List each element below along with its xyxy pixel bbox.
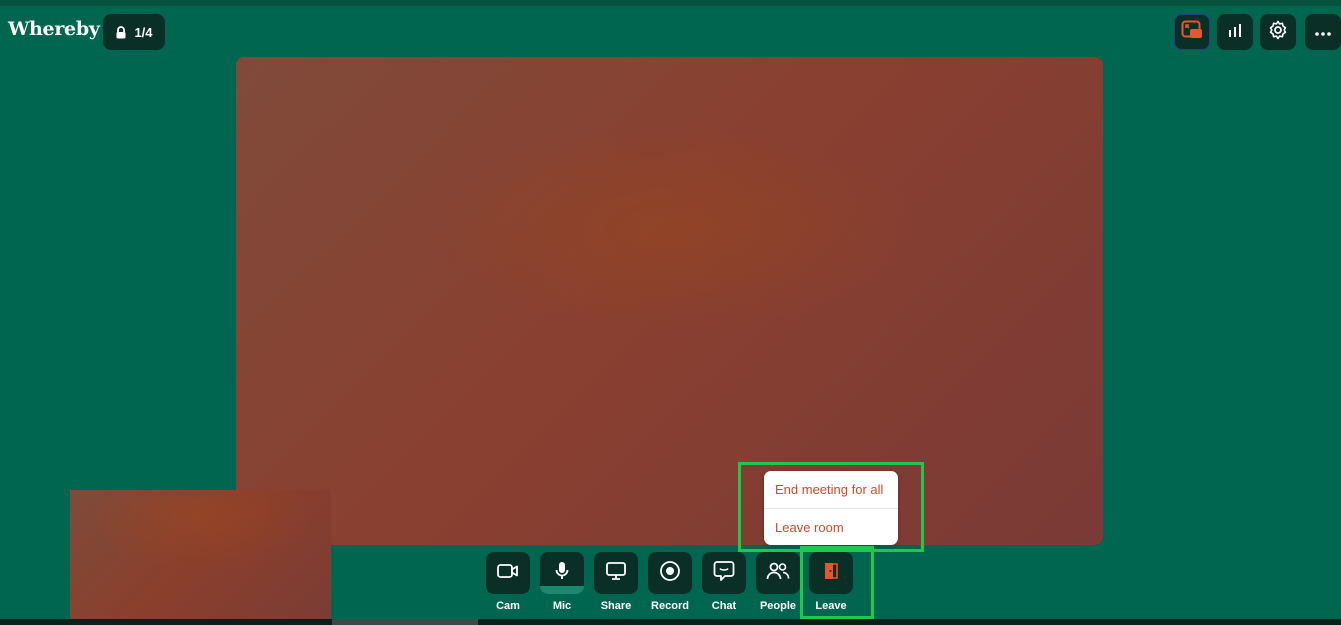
cam-label: Cam: [496, 600, 520, 612]
more-button[interactable]: [1305, 14, 1341, 50]
mic-label: Mic: [552, 600, 572, 612]
end-meeting-for-all-item[interactable]: End meeting for all: [764, 471, 898, 508]
self-view-video[interactable]: [70, 490, 331, 621]
door-exit-icon: [822, 561, 840, 586]
share-button[interactable]: [594, 552, 638, 594]
participant-count: 1/4: [134, 24, 153, 40]
picture-in-picture-icon: [1181, 20, 1203, 45]
bottom-edge-bar: [0, 619, 1341, 625]
record-icon: [659, 560, 681, 587]
people-icon: [766, 561, 790, 586]
record-button[interactable]: [648, 552, 692, 594]
chat-button[interactable]: [702, 552, 746, 594]
remote-video-tile: [236, 57, 1103, 545]
leave-room-item[interactable]: Leave room: [764, 508, 898, 545]
chat-icon: [713, 560, 735, 587]
room-lock-chip[interactable]: 1/4: [103, 14, 165, 50]
record-control[interactable]: Record: [648, 552, 692, 612]
chat-control[interactable]: Chat: [702, 552, 746, 612]
chat-label: Chat: [711, 600, 737, 612]
microphone-icon: [554, 561, 570, 586]
record-label: Record: [651, 600, 689, 612]
leave-label: Leave: [815, 600, 847, 612]
share-control[interactable]: Share: [594, 552, 638, 612]
lock-icon: [115, 25, 127, 39]
mic-control[interactable]: Mic: [540, 552, 584, 612]
more-horizontal-icon: [1315, 23, 1331, 41]
camera-icon: [497, 563, 519, 584]
leave-menu: End meeting for all Leave room: [764, 471, 898, 545]
mic-button[interactable]: [540, 552, 584, 594]
app-logo: Whereby: [8, 18, 100, 40]
share-label: Share: [600, 600, 632, 612]
screen-share-icon: [605, 561, 627, 586]
bar-chart-icon: [1227, 23, 1243, 42]
people-label: People: [759, 600, 797, 612]
stats-button[interactable]: [1217, 14, 1253, 50]
leave-button[interactable]: [809, 552, 853, 594]
bottom-edge-segment: [332, 619, 478, 625]
settings-button[interactable]: [1260, 14, 1296, 50]
people-button[interactable]: [756, 552, 800, 594]
cam-control[interactable]: Cam: [486, 552, 530, 612]
people-control[interactable]: People: [756, 552, 800, 612]
leave-control[interactable]: Leave: [809, 552, 853, 612]
gear-icon: [1268, 20, 1288, 45]
cam-button[interactable]: [486, 552, 530, 594]
top-strip: [0, 0, 1341, 6]
layout-toggle-button[interactable]: [1174, 14, 1210, 50]
